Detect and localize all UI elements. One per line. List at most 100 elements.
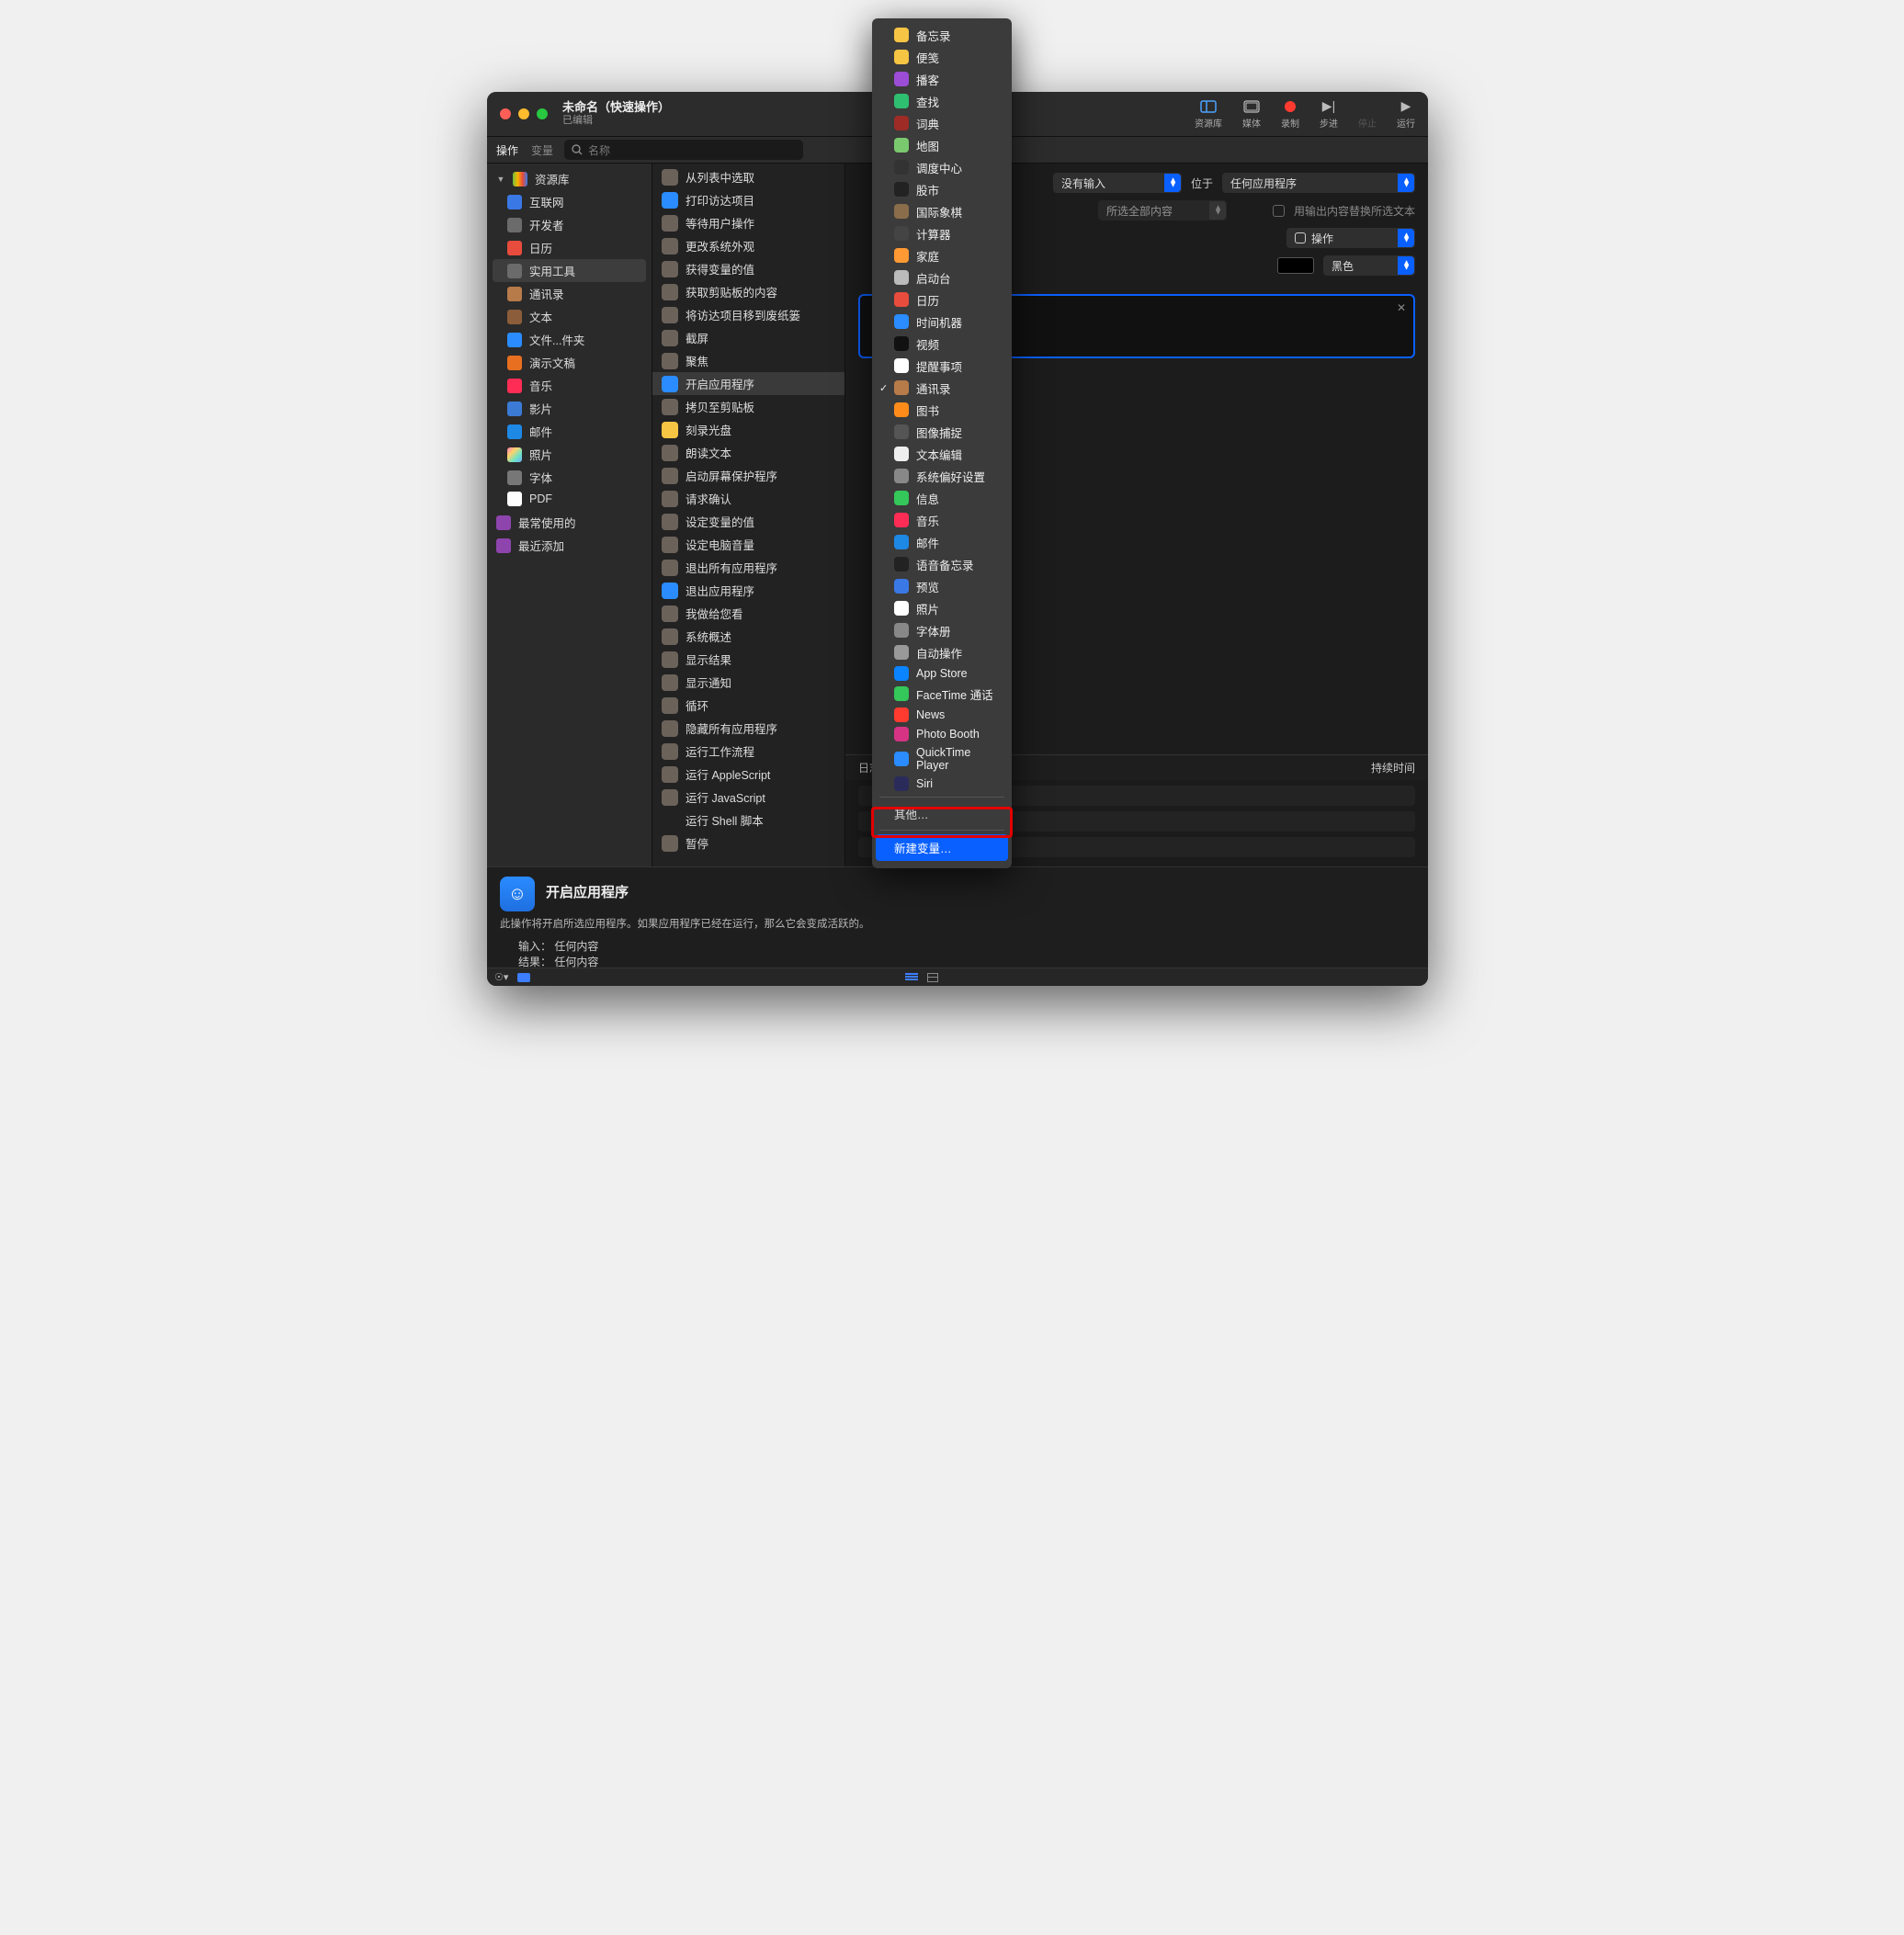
sidebar-smart-folder[interactable]: 最常使用的 bbox=[487, 511, 652, 534]
tab-actions[interactable]: 操作 bbox=[496, 142, 518, 158]
dropdown-app-item[interactable]: 便笺 bbox=[872, 46, 1012, 68]
dropdown-app-item[interactable]: 家庭 bbox=[872, 244, 1012, 266]
color-select[interactable]: 黑色 ▲▼ bbox=[1323, 255, 1415, 276]
dropdown-app-item[interactable]: 查找 bbox=[872, 90, 1012, 112]
dropdown-app-item[interactable]: 计算器 bbox=[872, 222, 1012, 244]
search-field[interactable]: 名称 bbox=[564, 140, 803, 160]
dropdown-app-item[interactable]: 邮件 bbox=[872, 531, 1012, 553]
sidebar-item[interactable]: PDF bbox=[487, 489, 652, 509]
dropdown-app-item[interactable]: 信息 bbox=[872, 487, 1012, 509]
minimize-window-button[interactable] bbox=[518, 108, 529, 119]
grid-view-icon[interactable] bbox=[927, 973, 938, 982]
action-item[interactable]: 隐藏所有应用程序 bbox=[652, 717, 844, 740]
action-item[interactable]: 截屏 bbox=[652, 326, 844, 349]
action-item[interactable]: 更改系统外观 bbox=[652, 234, 844, 257]
action-item[interactable]: 退出应用程序 bbox=[652, 579, 844, 602]
options-menu-icon[interactable]: ☉▾ bbox=[494, 971, 508, 983]
action-item[interactable]: 获得变量的值 bbox=[652, 257, 844, 280]
sidebar-root-library[interactable]: ▼ 资源库 bbox=[487, 167, 652, 190]
color-swatch[interactable] bbox=[1277, 257, 1314, 274]
dropdown-app-item[interactable]: 字体册 bbox=[872, 619, 1012, 641]
dropdown-app-item[interactable]: ✓通讯录 bbox=[872, 377, 1012, 399]
action-item[interactable]: 拷贝至剪贴板 bbox=[652, 395, 844, 418]
action-item[interactable]: 开启应用程序 bbox=[652, 372, 844, 395]
run-toolbar-button[interactable]: ▶ 运行 bbox=[1397, 99, 1415, 130]
dropdown-app-item[interactable]: QuickTime Player bbox=[872, 743, 1012, 774]
dropdown-app-item[interactable]: 照片 bbox=[872, 597, 1012, 619]
dropdown-app-item[interactable]: 日历 bbox=[872, 289, 1012, 311]
media-toolbar-button[interactable]: 媒体 bbox=[1242, 99, 1261, 130]
dropdown-app-item[interactable]: 图像捕捉 bbox=[872, 421, 1012, 443]
dropdown-app-item[interactable]: 备忘录 bbox=[872, 24, 1012, 46]
sidebar-smart-folder[interactable]: 最近添加 bbox=[487, 534, 652, 557]
dropdown-app-item[interactable]: 调度中心 bbox=[872, 156, 1012, 178]
action-item[interactable]: 运行 Shell 脚本 bbox=[652, 809, 844, 832]
replace-checkbox[interactable] bbox=[1273, 205, 1285, 217]
library-toolbar-button[interactable]: 资源库 bbox=[1195, 99, 1222, 130]
action-item[interactable]: 设定电脑音量 bbox=[652, 533, 844, 556]
dropdown-new-variable[interactable]: 新建变量… bbox=[876, 834, 1008, 861]
action-item[interactable]: 退出所有应用程序 bbox=[652, 556, 844, 579]
dropdown-app-item[interactable]: 系统偏好设置 bbox=[872, 465, 1012, 487]
dropdown-app-item[interactable]: News bbox=[872, 705, 1012, 724]
action-item[interactable]: 将访达项目移到废纸篓 bbox=[652, 303, 844, 326]
action-item[interactable]: 运行 AppleScript bbox=[652, 763, 844, 786]
tab-variables[interactable]: 变量 bbox=[531, 142, 553, 158]
action-item[interactable]: 设定变量的值 bbox=[652, 510, 844, 533]
dropdown-app-item[interactable]: 地图 bbox=[872, 134, 1012, 156]
action-item[interactable]: 打印访达项目 bbox=[652, 188, 844, 211]
action-item[interactable]: 朗读文本 bbox=[652, 441, 844, 464]
list-view-icon[interactable] bbox=[905, 973, 918, 982]
action-item[interactable]: 从列表中选取 bbox=[652, 165, 844, 188]
dropdown-other[interactable]: 其他… bbox=[872, 801, 1012, 826]
remove-action-button[interactable]: ✕ bbox=[1397, 301, 1406, 314]
action-item[interactable]: 聚焦 bbox=[652, 349, 844, 372]
action-item[interactable]: 获取剪贴板的内容 bbox=[652, 280, 844, 303]
dropdown-app-item[interactable]: 预览 bbox=[872, 575, 1012, 597]
action-item[interactable]: 显示结果 bbox=[652, 648, 844, 671]
dropdown-app-item[interactable]: Siri bbox=[872, 774, 1012, 793]
action-item[interactable]: 请求确认 bbox=[652, 487, 844, 510]
action-item[interactable]: 显示通知 bbox=[652, 671, 844, 694]
dropdown-app-item[interactable]: 时间机器 bbox=[872, 311, 1012, 333]
sidebar-item[interactable]: 互联网 bbox=[487, 190, 652, 213]
dropdown-app-item[interactable]: 语音备忘录 bbox=[872, 553, 1012, 575]
sidebar-item[interactable]: 实用工具 bbox=[493, 259, 646, 282]
sidebar-item[interactable]: 日历 bbox=[487, 236, 652, 259]
selection-scope-select[interactable]: 所选全部内容 ▲▼ bbox=[1098, 200, 1227, 221]
action-item[interactable]: 暂停 bbox=[652, 832, 844, 854]
step-toolbar-button[interactable]: ▶| 步进 bbox=[1320, 99, 1338, 130]
stop-toolbar-button[interactable]: 停止 bbox=[1358, 99, 1377, 130]
dropdown-app-item[interactable]: 词典 bbox=[872, 112, 1012, 134]
sidebar-item[interactable]: 影片 bbox=[487, 397, 652, 420]
sidebar-item[interactable]: 演示文稿 bbox=[487, 351, 652, 374]
action-item[interactable]: 系统概述 bbox=[652, 625, 844, 648]
action-select[interactable]: 操作 ▲▼ bbox=[1286, 228, 1415, 248]
action-item[interactable]: 启动屏幕保护程序 bbox=[652, 464, 844, 487]
dropdown-app-item[interactable]: 股市 bbox=[872, 178, 1012, 200]
action-item[interactable]: 运行工作流程 bbox=[652, 740, 844, 763]
dropdown-app-item[interactable]: 视频 bbox=[872, 333, 1012, 355]
action-item[interactable]: 刻录光盘 bbox=[652, 418, 844, 441]
sidebar-item[interactable]: 字体 bbox=[487, 466, 652, 489]
sidebar-item[interactable]: 开发者 bbox=[487, 213, 652, 236]
action-item[interactable]: 我做给您看 bbox=[652, 602, 844, 625]
dropdown-app-item[interactable]: 自动操作 bbox=[872, 641, 1012, 663]
status-pip[interactable] bbox=[517, 973, 530, 982]
close-window-button[interactable] bbox=[500, 108, 511, 119]
dropdown-app-item[interactable]: 文本编辑 bbox=[872, 443, 1012, 465]
sidebar-item[interactable]: 邮件 bbox=[487, 420, 652, 443]
action-item[interactable]: 等待用户操作 bbox=[652, 211, 844, 234]
sidebar-item[interactable]: 照片 bbox=[487, 443, 652, 466]
app-scope-select[interactable]: 任何应用程序 ▲▼ bbox=[1222, 173, 1415, 193]
dropdown-app-item[interactable]: Photo Booth bbox=[872, 724, 1012, 743]
zoom-window-button[interactable] bbox=[537, 108, 548, 119]
sidebar-item[interactable]: 音乐 bbox=[487, 374, 652, 397]
sidebar-item[interactable]: 文件...件夹 bbox=[487, 328, 652, 351]
action-item[interactable]: 循环 bbox=[652, 694, 844, 717]
sidebar-item[interactable]: 通讯录 bbox=[487, 282, 652, 305]
dropdown-app-item[interactable]: App Store bbox=[872, 663, 1012, 683]
dropdown-app-item[interactable]: 图书 bbox=[872, 399, 1012, 421]
dropdown-app-item[interactable]: 提醒事项 bbox=[872, 355, 1012, 377]
action-item[interactable]: 运行 JavaScript bbox=[652, 786, 844, 809]
